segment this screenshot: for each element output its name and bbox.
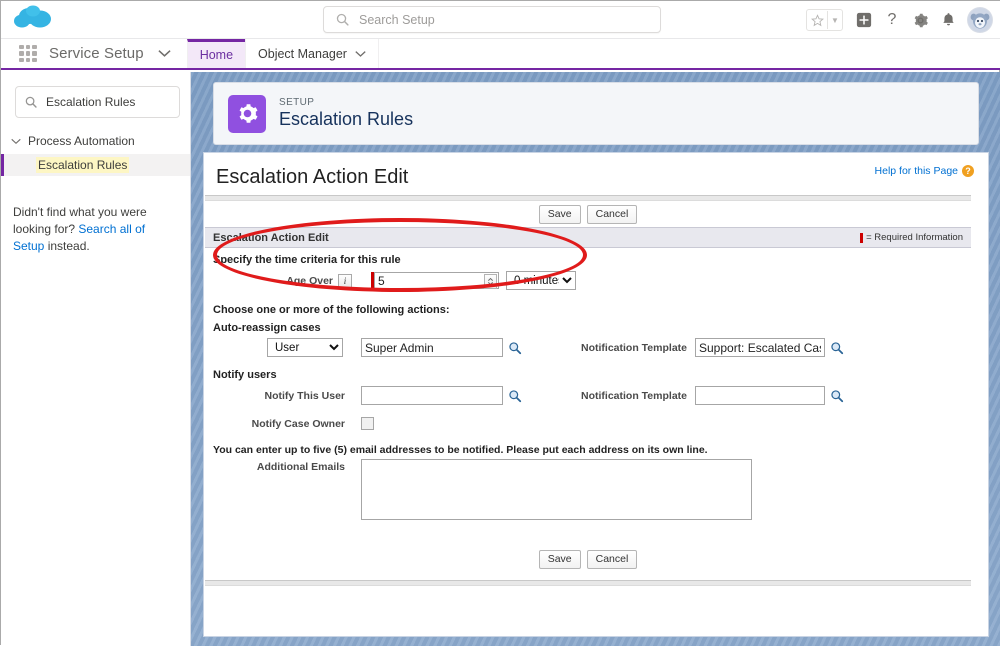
help-question-icon[interactable]: ?	[879, 7, 905, 33]
chevron-down-icon	[11, 134, 21, 148]
time-criteria-heading: Specify the time criteria for this rule	[213, 254, 401, 266]
age-over-label: Age Over	[286, 274, 333, 287]
minutes-select[interactable]: 0 minutes	[506, 271, 576, 290]
search-icon	[336, 13, 349, 26]
additional-emails-textarea[interactable]	[361, 459, 752, 520]
tab-home[interactable]: Home	[186, 39, 246, 68]
additional-emails-hint: You can enter up to five (5) email addre…	[213, 444, 708, 456]
notification-template-input-2[interactable]	[695, 386, 825, 405]
help-link-label: Help for this Page	[874, 165, 958, 177]
notifications-bell-icon[interactable]	[935, 7, 961, 33]
auto-reassign-assignee-input[interactable]	[361, 338, 503, 357]
sidebar-search-hint: Didn't find what you were looking for? S…	[13, 204, 176, 255]
notify-case-owner-row: Notify Case Owner	[205, 417, 971, 430]
notification-template-label-2: Notification Template	[581, 389, 687, 402]
setup-object-header: SETUP Escalation Rules	[213, 82, 979, 145]
tab-object-manager-chevron-down-icon[interactable]	[355, 47, 366, 61]
notify-this-user-input[interactable]	[361, 386, 503, 405]
search-setup-input[interactable]	[357, 11, 611, 28]
app-navigation-bar: Service Setup Home Object Manager	[1, 39, 1000, 70]
sidebar-item-label: Escalation Rules	[36, 157, 130, 173]
additional-emails-label: Additional Emails	[256, 461, 345, 473]
page-block: Save Cancel Escalation Action Edit = Req…	[205, 195, 971, 586]
required-information-note: = Required Information	[860, 232, 963, 243]
save-button-bottom[interactable]: Save	[538, 549, 581, 569]
classic-content-card: Escalation Action Edit Help for this Pag…	[203, 152, 989, 637]
sidebar-section-label: Process Automation	[28, 134, 135, 148]
global-header: ▼ ?	[1, 1, 1000, 39]
additional-emails-row: Additional Emails	[205, 459, 971, 520]
app-name-label: Service Setup	[49, 45, 144, 62]
tab-object-manager-label: Object Manager	[258, 46, 347, 61]
lookup-search-icon[interactable]	[507, 340, 522, 355]
auto-reassign-heading: Auto-reassign cases	[213, 322, 321, 334]
setup-sidebar: Process Automation Escalation Rules Didn…	[1, 72, 191, 646]
favorites-group[interactable]: ▼	[806, 9, 843, 31]
favorites-dropdown-icon[interactable]: ▼	[828, 10, 842, 30]
cancel-button-top[interactable]: Cancel	[586, 204, 638, 224]
quick-find-box[interactable]	[15, 86, 180, 118]
setup-kicker-label: SETUP	[279, 97, 315, 108]
salesforce-cloud-logo[interactable]	[13, 3, 59, 35]
lookup-search-icon[interactable]	[829, 340, 844, 355]
notification-template-label-1: Notification Template	[581, 341, 687, 354]
header-icon-group: ▼ ?	[806, 1, 995, 39]
notify-this-user-label: Notify This User	[264, 389, 345, 402]
required-information-label: = Required Information	[866, 232, 963, 243]
top-button-row: Save Cancel	[205, 201, 971, 227]
cancel-button-bottom[interactable]: Cancel	[586, 549, 638, 569]
notify-case-owner-checkbox[interactable]	[361, 417, 374, 430]
search-setup-box[interactable]	[323, 6, 661, 33]
classic-page-title: Escalation Action Edit	[216, 166, 409, 188]
lookup-search-icon[interactable]	[829, 388, 844, 403]
help-question-circle-icon: ?	[962, 165, 974, 177]
sidebar-hint-suffix: instead.	[44, 239, 90, 253]
age-over-row: Age Over i 0 minutes	[205, 271, 971, 290]
nav-tab-list: Home Object Manager	[186, 39, 379, 68]
setup-gear-icon	[228, 94, 266, 133]
notification-template-input-1[interactable]	[695, 338, 825, 357]
favorites-star-icon[interactable]	[807, 10, 827, 30]
actions-heading: Choose one or more of the following acti…	[213, 304, 450, 316]
quick-find-input[interactable]	[44, 94, 168, 110]
app-launcher-waffle-icon[interactable]	[19, 44, 37, 63]
age-over-input[interactable]	[374, 272, 499, 289]
required-marker-icon	[860, 232, 864, 243]
tab-home-label: Home	[199, 48, 234, 62]
save-button-top[interactable]: Save	[538, 204, 581, 224]
sidebar-item-escalation-rules[interactable]: Escalation Rules	[1, 154, 190, 176]
section-header-label: Escalation Action Edit	[213, 231, 329, 244]
bottom-button-row: Save Cancel	[205, 546, 971, 572]
page-title: Escalation Rules	[279, 109, 414, 129]
auto-reassign-type-select[interactable]: User	[267, 338, 343, 357]
section-header-escalation-action-edit: Escalation Action Edit = Required Inform…	[205, 227, 971, 248]
sidebar-section-process-automation[interactable]: Process Automation	[1, 134, 190, 148]
setup-gear-icon[interactable]	[907, 7, 933, 33]
user-avatar[interactable]	[967, 7, 993, 33]
global-actions-plus-icon[interactable]	[851, 7, 877, 33]
info-icon[interactable]: i	[338, 273, 352, 288]
page-block-bottombar	[205, 580, 971, 586]
notify-users-heading: Notify users	[213, 369, 277, 381]
stepper-icon[interactable]	[484, 273, 497, 289]
main-content-area: SETUP Escalation Rules Escalation Action…	[191, 72, 1000, 646]
auto-reassign-row: User Notification Template	[205, 338, 971, 357]
lookup-search-icon[interactable]	[507, 388, 522, 403]
search-icon	[25, 96, 37, 108]
app-chevron-down-icon[interactable]	[158, 45, 171, 63]
notify-this-user-row: Notify This User Notification Template	[205, 386, 971, 405]
notify-case-owner-label: Notify Case Owner	[251, 417, 345, 430]
help-for-this-page-link[interactable]: Help for this Page ?	[875, 165, 974, 177]
tab-object-manager[interactable]: Object Manager	[245, 39, 379, 68]
